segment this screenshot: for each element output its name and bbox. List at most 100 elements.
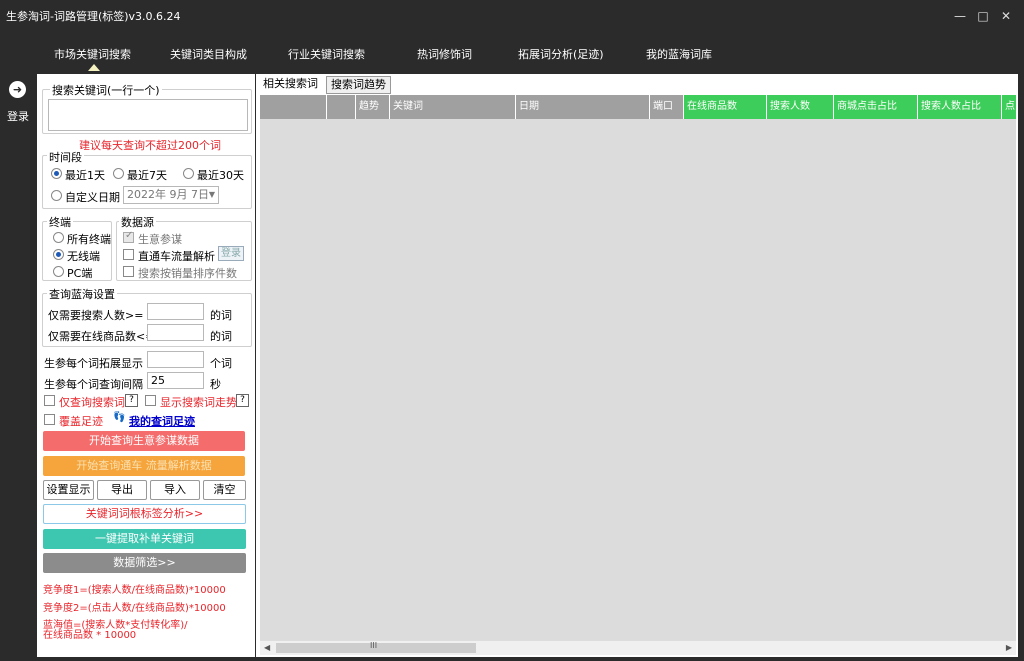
nav-expand-analysis[interactable]: 拓展词分析(足迹) — [518, 46, 604, 62]
nav-industry-keyword-search[interactable]: 行业关键词搜索 — [288, 46, 365, 62]
import-button[interactable]: 导入 — [150, 480, 200, 500]
query-interval-label: 生参每个词查询间隔 — [44, 378, 143, 391]
data-filter-button[interactable]: 数据筛选>> — [43, 553, 246, 573]
col-header-blank-1[interactable] — [260, 95, 327, 119]
terminal-radio-all[interactable] — [53, 232, 64, 243]
top-nav: 市场关键词搜索 关键词类目构成 行业关键词搜索 热词修饰词 拓展词分析(足迹) … — [0, 32, 1024, 74]
search-keywords-textarea[interactable] — [48, 99, 248, 131]
col-header-blank-2[interactable] — [327, 95, 356, 119]
datasource-legend: 数据源 — [119, 214, 156, 230]
show-trend-check[interactable] — [145, 395, 156, 406]
cover-footprint-check[interactable] — [44, 414, 55, 425]
results-grid-header: 趋势 关键词 日期 端口 在线商品数 搜索人数 商城点击占比 搜索人数占比 点 — [260, 95, 1016, 119]
period-label-7day: 最近7天 — [127, 169, 167, 182]
window-title: 生参淘词-词路管理(标签)v3.0.6.24 — [6, 10, 181, 23]
export-button[interactable]: 导出 — [97, 480, 147, 500]
formula-competition-1: 竞争度1=(搜索人数/在线商品数)*10000 — [43, 585, 226, 596]
ztc-login-button[interactable]: 登录 — [218, 246, 244, 261]
custom-date-picker[interactable]: 2022年 9月 7日 ▼ — [123, 186, 219, 204]
tab-search-word-trend[interactable]: 搜索词趋势 — [326, 76, 391, 94]
terminal-label-wireless: 无线端 — [67, 250, 100, 263]
results-grid — [260, 95, 1016, 640]
col-header-keyword[interactable]: 关键词 — [390, 95, 516, 119]
datasource-label-sycm: 生意参谋 — [138, 233, 182, 246]
terminal-radio-wireless[interactable] — [53, 249, 64, 260]
period-radio-1day[interactable] — [51, 168, 62, 179]
bluesea-min-search-label: 仅需要搜索人数>= — [48, 309, 144, 322]
login-label[interactable]: 登录 — [7, 108, 29, 124]
formula-bluesea-line2: 在线商品数 * 10000 — [43, 630, 137, 641]
col-header-search-users[interactable]: 搜索人数 — [767, 95, 834, 119]
terminal-label-all: 所有终端 — [67, 233, 111, 246]
terminal-legend: 终端 — [47, 214, 73, 230]
nav-market-keyword-search[interactable]: 市场关键词搜索 — [54, 46, 131, 62]
close-icon[interactable]: ✕ — [999, 9, 1013, 23]
datasource-label-sales-sort: 搜索按销量排序件数 — [138, 267, 237, 280]
col-header-online-goods[interactable]: 在线商品数 — [684, 95, 767, 119]
period-label-30day: 最近30天 — [197, 169, 244, 182]
terminal-label-pc: PC端 — [67, 267, 93, 280]
horizontal-scrollbar[interactable]: ◀ III ▶ — [260, 640, 1016, 655]
nav-hot-modifier-words[interactable]: 热词修饰词 — [417, 46, 472, 62]
extract-keywords-button[interactable]: 一键提取补单关键词 — [43, 529, 246, 549]
col-header-mall-click-ratio[interactable]: 商城点击占比 — [834, 95, 918, 119]
bluesea-max-goods-unit: 的词 — [210, 330, 232, 343]
bluesea-max-goods-label: 仅需要在线商品数<= — [48, 330, 155, 343]
scrollbar-grip-icon: III — [370, 641, 378, 650]
show-trend-help-icon[interactable]: ? — [236, 394, 249, 407]
period-label-1day: 最近1天 — [65, 169, 105, 182]
cover-footprint-label: 覆盖足迹 — [59, 415, 103, 428]
bluesea-min-search-input[interactable] — [147, 303, 204, 320]
query-interval-input[interactable]: 25 — [147, 372, 204, 389]
period-radio-30day[interactable] — [183, 168, 194, 179]
col-header-date[interactable]: 日期 — [516, 95, 650, 119]
nav-keyword-category[interactable]: 关键词类目构成 — [170, 46, 247, 62]
custom-date-value: 2022年 9月 7日 — [127, 188, 209, 201]
col-header-search-users-ratio[interactable]: 搜索人数占比 — [918, 95, 1002, 119]
bluesea-max-goods-input[interactable] — [147, 324, 204, 341]
nav-my-bluesea-library[interactable]: 我的蓝海词库 — [646, 46, 712, 62]
results-panel: 相关搜索词 搜索词趋势 趋势 关键词 日期 端口 在线商品数 搜索人数 商城点击… — [256, 74, 1018, 657]
query-limit-hint: 建议每天查询不超过200个词 — [79, 139, 221, 152]
active-nav-caret — [88, 64, 100, 71]
show-trend-label: 显示搜索词走势 — [160, 396, 237, 409]
bluesea-min-search-unit: 的词 — [210, 309, 232, 322]
scroll-left-icon[interactable]: ◀ — [264, 643, 270, 652]
col-header-trend[interactable]: 趋势 — [356, 95, 390, 119]
period-label-custom: 自定义日期 — [65, 191, 120, 204]
col-header-click-truncated[interactable]: 点 — [1002, 95, 1016, 119]
expand-count-unit: 个词 — [210, 357, 232, 370]
period-legend: 时间段 — [47, 149, 84, 165]
expand-count-input[interactable] — [147, 351, 204, 368]
search-settings-panel: 搜索关键词(一行一个) 建议每天查询不超过200个词 时间段 最近1天 最近7天… — [37, 74, 255, 657]
search-keywords-legend: 搜索关键词(一行一个) — [50, 82, 162, 98]
datasource-check-ztc[interactable] — [123, 249, 134, 260]
maximize-icon[interactable]: □ — [976, 9, 990, 23]
bluesea-legend: 查询蓝海设置 — [47, 286, 117, 302]
datasource-check-sales-sort[interactable] — [123, 266, 134, 277]
only-search-help-icon[interactable]: ? — [125, 394, 138, 407]
expand-count-label: 生参每个词拓展显示 — [44, 357, 143, 370]
terminal-radio-pc[interactable] — [53, 266, 64, 277]
settings-display-button[interactable]: 设置显示 — [43, 480, 94, 500]
login-icon[interactable]: ➜ — [9, 81, 26, 98]
period-radio-7day[interactable] — [113, 168, 124, 179]
keyword-root-analysis-button[interactable]: 关键词词根标签分析>> — [43, 504, 246, 524]
minimize-icon[interactable]: — — [953, 9, 967, 23]
start-ztc-query-button[interactable]: 开始查询通车 流量解析数据 — [43, 456, 245, 476]
datasource-label-ztc: 直通车流量解析 — [138, 250, 215, 263]
left-rail: ➜ 登录 — [0, 74, 36, 661]
col-header-port[interactable]: 端口 — [650, 95, 684, 119]
scroll-right-icon[interactable]: ▶ — [1006, 643, 1012, 652]
clear-button[interactable]: 清空 — [203, 480, 246, 500]
footprint-icon: 👣 — [113, 412, 126, 423]
only-search-words-check[interactable] — [44, 395, 55, 406]
tab-related-search-words[interactable]: 相关搜索词 — [259, 76, 322, 94]
period-radio-custom[interactable] — [51, 190, 62, 201]
formula-competition-2: 竞争度2=(点击人数/在线商品数)*10000 — [43, 603, 226, 614]
my-footprint-link[interactable]: 我的查词足迹 — [129, 413, 195, 429]
chevron-down-icon: ▼ — [208, 190, 215, 199]
title-bar: 生参淘词-词路管理(标签)v3.0.6.24 — □ ✕ — [0, 0, 1024, 32]
start-sycm-query-button[interactable]: 开始查询生意参谋数据 — [43, 431, 245, 451]
datasource-check-sycm[interactable] — [123, 230, 134, 243]
